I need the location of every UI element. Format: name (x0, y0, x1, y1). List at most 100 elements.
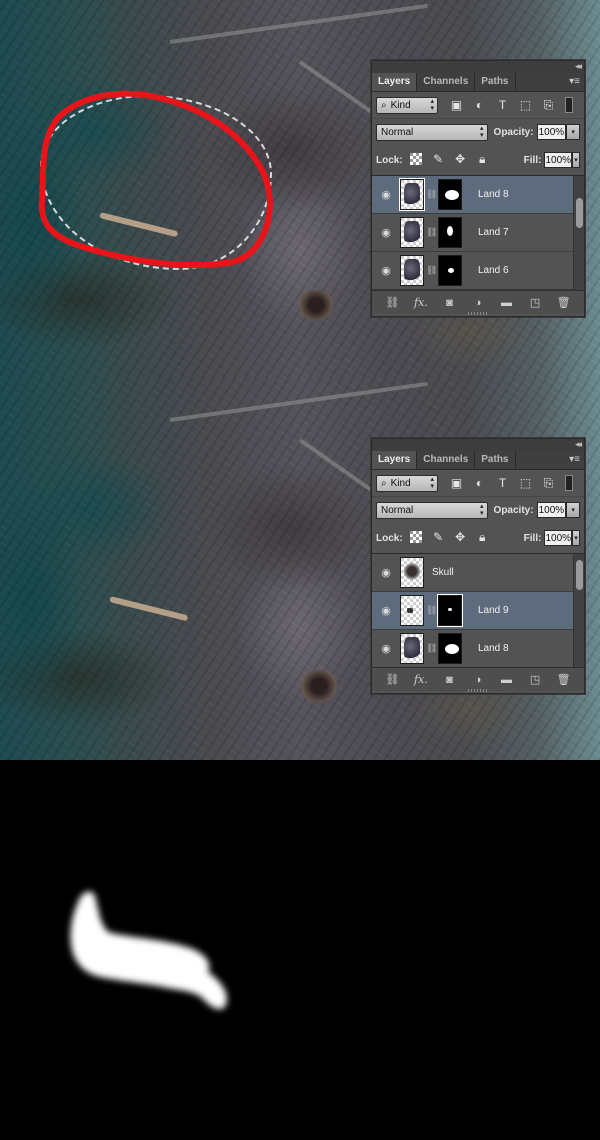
blend-mode-select[interactable]: Normal ▴ ▾ (376, 123, 488, 141)
image-filter-icon[interactable]: ▣ (448, 98, 465, 113)
opacity-input[interactable]: 100% (536, 124, 567, 140)
resize-grip[interactable] (468, 689, 488, 692)
link-icon[interactable]: ⛓︎ (426, 643, 437, 654)
shape-filter-icon[interactable]: ⬚ (517, 98, 534, 113)
filter-toggle[interactable] (565, 475, 573, 491)
tab-layers[interactable]: Layers (372, 73, 418, 91)
layer-name[interactable]: Land 7 (478, 227, 509, 238)
smart-object-filter-icon[interactable]: ⎘ (540, 476, 557, 491)
lock-pixels-icon[interactable]: ✎ (431, 152, 446, 168)
new-group-icon[interactable]: ▬ (499, 297, 515, 309)
filter-kind-select[interactable]: ⌕ Kind ▴ ▾ (376, 96, 438, 114)
opacity-input[interactable]: 100% (536, 502, 567, 518)
lock-all-icon[interactable]: 🔒︎ (475, 530, 490, 546)
eye-icon[interactable]: ◉ (372, 226, 400, 239)
lock-pixels-icon[interactable]: ✎ (431, 530, 446, 546)
lock-all-icon[interactable]: 🔒︎ (475, 152, 490, 168)
link-icon[interactable]: ⛓︎ (426, 227, 437, 238)
fill-slider-button[interactable]: ▾ (572, 152, 580, 168)
adjustment-filter-icon[interactable]: ◐ (471, 98, 488, 113)
link-layers-icon[interactable]: ⛓︎ (384, 296, 400, 309)
link-icon[interactable]: ⛓︎ (426, 605, 437, 616)
collapse-panel-icon[interactable]: ◂◂ (575, 439, 582, 450)
eye-icon[interactable]: ◉ (372, 604, 400, 617)
layer-thumbnail[interactable] (400, 217, 424, 248)
layer-row[interactable]: ◉ ⛓︎ Land 7 (372, 214, 584, 252)
layer-mask-thumbnail[interactable] (438, 179, 462, 210)
layer-row[interactable]: ◉ ⛓︎ Land 8 (372, 176, 584, 214)
tab-paths[interactable]: Paths (475, 451, 516, 469)
layer-row[interactable]: ◉ ⛓︎ Land 6 (372, 252, 584, 290)
new-layer-icon[interactable]: ◳ (527, 296, 543, 309)
adjustment-layer-icon[interactable]: ◑ (470, 674, 486, 686)
new-group-icon[interactable]: ▬ (499, 674, 515, 686)
lock-position-icon[interactable]: ✥ (453, 152, 468, 168)
tab-channels[interactable]: Channels (417, 451, 476, 469)
filter-toggle[interactable] (565, 97, 573, 113)
link-icon[interactable]: ⛓︎ (426, 265, 437, 276)
lock-transparency-icon[interactable] (409, 530, 424, 546)
eye-icon[interactable]: ◉ (372, 566, 400, 579)
fill-label: Fill: (523, 532, 542, 544)
link-icon[interactable]: ⛓︎ (426, 189, 437, 200)
link-layers-icon[interactable]: ⛓︎ (384, 673, 400, 686)
new-layer-icon[interactable]: ◳ (527, 673, 543, 686)
fx-icon[interactable]: fx. (413, 673, 429, 686)
layer-row[interactable]: ◉ ⛓︎ Land 8 (372, 630, 584, 667)
add-mask-icon[interactable]: ◙ (441, 297, 457, 309)
layer-mask-thumbnail[interactable] (438, 217, 462, 248)
fill-slider-button[interactable]: ▾ (572, 530, 580, 546)
eye-icon[interactable]: ◉ (372, 642, 400, 655)
panel-menu-icon[interactable]: ▾≡ (569, 454, 580, 465)
adjustment-filter-icon[interactable]: ◐ (471, 476, 488, 491)
layer-name[interactable]: Land 9 (478, 605, 509, 616)
layer-row[interactable]: ◉ Skull (372, 554, 584, 592)
smart-object-filter-icon[interactable]: ⎘ (540, 98, 557, 113)
opacity-slider-button[interactable]: ▾ (566, 124, 580, 140)
trash-icon[interactable]: 🗑︎ (556, 296, 572, 309)
layer-name[interactable]: Land 8 (478, 643, 509, 654)
layer-list-scrollbar[interactable] (573, 554, 584, 667)
eye-icon[interactable]: ◉ (372, 188, 400, 201)
layer-thumbnail[interactable] (400, 557, 424, 588)
tab-channels[interactable]: Channels (417, 73, 476, 91)
layer-mask-thumbnail[interactable] (437, 594, 463, 627)
tab-layers[interactable]: Layers (372, 451, 418, 469)
layer-row[interactable]: ◉ ⛓︎ Land 9 (372, 592, 584, 630)
fill-label: Fill: (523, 154, 542, 166)
layer-name[interactable]: Land 8 (478, 189, 509, 200)
shape-filter-icon[interactable]: ⬚ (517, 476, 534, 491)
scrollbar-thumb[interactable] (576, 560, 583, 590)
fill-input[interactable]: 100% (544, 530, 573, 546)
adjustment-layer-icon[interactable]: ◑ (470, 297, 486, 309)
add-mask-icon[interactable]: ◙ (441, 674, 457, 686)
image-filter-icon[interactable]: ▣ (448, 476, 465, 491)
resize-grip[interactable] (468, 312, 488, 315)
filter-kind-select[interactable]: ⌕ Kind ▴ ▾ (376, 474, 438, 492)
layer-thumbnail[interactable] (400, 595, 424, 626)
layer-name[interactable]: Land 6 (478, 265, 509, 276)
layer-mask-thumbnail[interactable] (438, 255, 462, 286)
type-filter-icon[interactable]: T (494, 476, 511, 491)
trash-icon[interactable]: 🗑︎ (556, 673, 572, 686)
fx-icon[interactable]: fx. (413, 296, 429, 309)
scrollbar-thumb[interactable] (576, 198, 583, 228)
blend-mode-select[interactable]: Normal ▴ ▾ (376, 501, 488, 519)
layer-thumbnail[interactable] (400, 255, 424, 286)
layer-mask-thumbnail[interactable] (438, 633, 462, 664)
layer-thumbnail[interactable] (399, 178, 425, 211)
filter-row: ⌕ Kind ▴ ▾ ▣ ◐ T ⬚ ⎘ (372, 92, 584, 118)
layer-name[interactable]: Skull (432, 567, 454, 578)
layer-thumbnail[interactable] (400, 633, 424, 664)
lock-position-icon[interactable]: ✥ (453, 530, 468, 546)
layer-list-scrollbar[interactable] (573, 176, 584, 290)
lock-transparency-icon[interactable] (409, 152, 424, 168)
fill-input[interactable]: 100% (544, 152, 573, 168)
collapse-panel-icon[interactable]: ◂◂ (575, 61, 582, 72)
opacity-slider-button[interactable]: ▾ (566, 502, 580, 518)
type-filter-icon[interactable]: T (494, 98, 511, 113)
panel-menu-icon[interactable]: ▾≡ (569, 76, 580, 87)
eye-icon[interactable]: ◉ (372, 264, 400, 277)
tab-paths[interactable]: Paths (475, 73, 516, 91)
opacity-label: Opacity: (493, 126, 534, 138)
